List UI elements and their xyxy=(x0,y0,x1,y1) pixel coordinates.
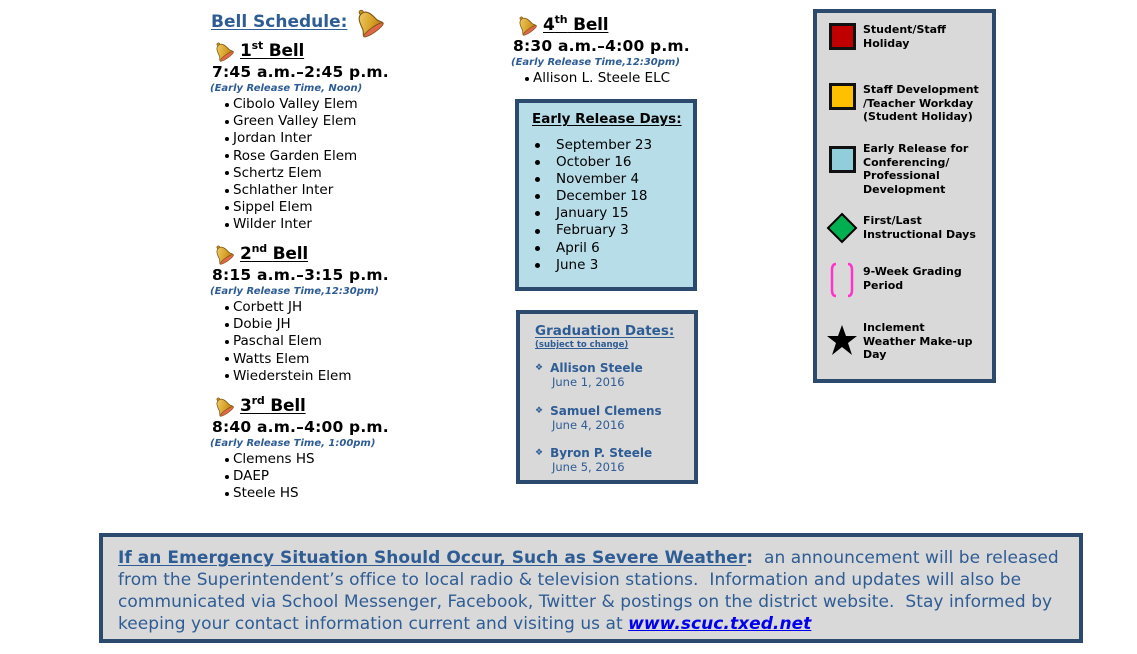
school-item: Green Valley Elem xyxy=(225,113,389,130)
school-item: Allison L. Steele ELC xyxy=(525,70,690,87)
school-item: Sippel Elem xyxy=(225,199,389,216)
school-item: Paschal Elem xyxy=(225,333,389,350)
early-release-time: (Early Release Time, Noon) xyxy=(210,83,363,94)
light-blue-square-icon xyxy=(828,146,856,173)
school-item: Corbett JH xyxy=(225,299,389,316)
bell-time: 7:45 a.m.–2:45 p.m. xyxy=(212,63,389,81)
legend-label: Inclement Weather Make-up Day xyxy=(863,321,973,361)
graduation-item: ❖ Byron P. Steele June 5, 2016 xyxy=(535,445,653,475)
school-list: Allison L. Steele ELC xyxy=(525,70,690,87)
school-item: Jordan Inter xyxy=(225,130,389,147)
bell-time: 8:15 a.m.–3:15 p.m. xyxy=(212,266,389,284)
bell-schedule-heading-row: Bell Schedule: xyxy=(211,6,385,38)
bell-schedule-heading: Bell Schedule: xyxy=(211,12,348,32)
bell-title: 1st Bell xyxy=(240,39,305,61)
graduation-dates-subtitle: (subject to change) xyxy=(535,340,629,350)
diamond-bullet-icon: ❖ xyxy=(535,447,544,458)
bell-block-2: 2nd Bell 8:15 a.m.–3:15 p.m. (Early Rele… xyxy=(210,242,389,385)
bell-icon xyxy=(515,14,537,36)
bell-block-1: 1st Bell 7:45 a.m.–2:45 p.m. (Early Rele… xyxy=(210,39,389,234)
legend-item-inclement-weather: Inclement Weather Make-up Day xyxy=(825,321,973,362)
bell-time: 8:30 a.m.–4:00 p.m. xyxy=(513,37,690,55)
school-item: Wilder Inter xyxy=(225,216,389,233)
school-list: Clemens HS DAEP Steele HS xyxy=(225,451,389,503)
bell-title: 4th Bell xyxy=(543,13,609,35)
legend-item-holiday: Student/Staff Holiday xyxy=(825,23,946,50)
graduation-item: ❖ Samuel Clemens June 4, 2016 xyxy=(535,403,662,433)
bell-block-3: 3rd Bell 8:40 a.m.–4:00 p.m. (Early Rele… xyxy=(210,394,389,503)
early-release-date: January 15 xyxy=(533,205,652,222)
legend-item-grading-period: 9-Week Grading Period xyxy=(825,262,962,298)
early-release-days-box: Early Release Days: September 23 October… xyxy=(515,99,697,291)
bell-icon xyxy=(212,395,234,417)
school-item: Cibolo Valley Elem xyxy=(225,96,389,113)
school-item: Clemens HS xyxy=(225,451,389,468)
black-star-icon xyxy=(827,325,857,355)
bell-title: 2nd Bell xyxy=(240,242,309,264)
early-release-days-title: Early Release Days: xyxy=(532,111,682,127)
bell-time: 8:40 a.m.–4:00 p.m. xyxy=(212,418,389,436)
school-item: Rose Garden Elem xyxy=(225,148,389,165)
yellow-square-icon xyxy=(828,83,856,110)
legend-label: Staff Development/Teacher Workday (Studen… xyxy=(863,83,979,123)
graduation-item: ❖ Allison Steele June 1, 2016 xyxy=(535,360,643,390)
legend-item-staff-development: Staff Development/Teacher Workday (Studen… xyxy=(825,83,979,124)
graduation-dates-box: Graduation Dates: (subject to change) ❖ A… xyxy=(516,310,698,484)
early-release-date: October 16 xyxy=(533,154,652,171)
emergency-notice-box: If an Emergency Situation Should Occur, … xyxy=(99,533,1083,643)
bell-block-4: 4th Bell 8:30 a.m.–4:00 p.m. (Early Rele… xyxy=(511,13,690,87)
graduation-dates-title: Graduation Dates: xyxy=(535,323,675,339)
early-release-time: (Early Release Time,12:30pm) xyxy=(511,57,680,68)
school-item: Schlather Inter xyxy=(225,182,389,199)
bell-icon xyxy=(351,6,385,38)
emergency-notice-text: If an Emergency Situation Should Occur, … xyxy=(118,548,1065,634)
early-release-time: (Early Release Time, 1:00pm) xyxy=(210,438,376,449)
early-release-days-list: September 23 October 16 November 4 Decem… xyxy=(533,137,652,274)
district-website-link[interactable]: www.scuc.txed.net xyxy=(628,614,811,634)
school-list: Cibolo Valley Elem Green Valley Elem Jor… xyxy=(225,96,389,234)
green-diamond-icon xyxy=(826,212,858,244)
early-release-date: April 6 xyxy=(533,240,652,257)
diamond-bullet-icon: ❖ xyxy=(535,362,544,373)
legend-label: Early Release for Conferencing/Profession… xyxy=(863,142,969,196)
school-item: Wiederstein Elem xyxy=(225,368,389,385)
legend-label: Student/Staff Holiday xyxy=(863,23,946,50)
calendar-legend-box: Student/Staff Holiday Staff Development/T… xyxy=(813,9,996,383)
diamond-bullet-icon: ❖ xyxy=(535,405,544,416)
school-list: Corbett JH Dobie JH Paschal Elem Watts E… xyxy=(225,299,389,385)
legend-item-first-last-days: First/Last Instructional Days xyxy=(825,212,976,244)
early-release-time: (Early Release Time,12:30pm) xyxy=(210,286,379,297)
early-release-date: June 3 xyxy=(533,257,652,274)
school-item: Watts Elem xyxy=(225,351,389,368)
early-release-date: December 18 xyxy=(533,188,652,205)
bell-icon xyxy=(212,40,234,62)
school-item: Dobie JH xyxy=(225,316,389,333)
red-square-icon xyxy=(828,23,856,50)
early-release-date: November 4 xyxy=(533,171,652,188)
school-item: DAEP xyxy=(225,468,389,485)
legend-label: 9-Week Grading Period xyxy=(863,265,962,292)
legend-label: First/Last Instructional Days xyxy=(863,214,976,241)
legend-item-early-release: Early Release for Conferencing/Profession… xyxy=(825,142,968,196)
pink-brackets-icon xyxy=(830,262,854,298)
emergency-heading: If an Emergency Situation Should Occur, … xyxy=(118,548,747,568)
bell-title: 3rd Bell xyxy=(240,394,306,416)
early-release-date: February 3 xyxy=(533,222,652,239)
early-release-date: September 23 xyxy=(533,137,652,154)
school-item: Steele HS xyxy=(225,485,389,502)
school-item: Schertz Elem xyxy=(225,165,389,182)
bell-icon xyxy=(212,243,234,265)
